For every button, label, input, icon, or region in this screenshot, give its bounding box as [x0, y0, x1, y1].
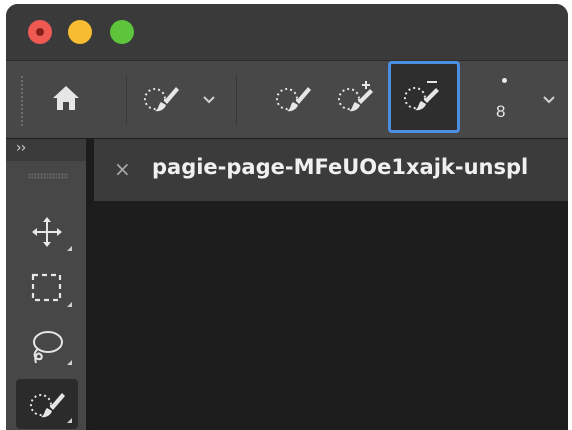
move-tool-icon — [32, 217, 62, 247]
brush-picker-chevron-icon[interactable] — [542, 95, 556, 105]
close-window-button[interactable] — [28, 20, 52, 44]
document-canvas[interactable] — [94, 201, 568, 430]
options-bar-grip[interactable] — [20, 75, 24, 127]
move-tool[interactable] — [16, 207, 78, 257]
quick-selection-tool[interactable] — [16, 379, 78, 429]
home-icon[interactable] — [50, 83, 82, 113]
chevron-down-icon[interactable] — [202, 95, 216, 105]
lasso-icon — [33, 331, 63, 364]
lasso-tool[interactable] — [16, 321, 78, 371]
panel-collapse-bar[interactable]: ›› — [6, 139, 86, 161]
minimize-window-button[interactable] — [68, 20, 92, 44]
subtract-from-selection-button[interactable] — [388, 61, 460, 133]
rectangular-marquee-tool[interactable] — [16, 263, 78, 313]
options-separator — [126, 75, 127, 125]
tool-group-indicator — [67, 360, 72, 365]
subtract-from-selection-brush-icon — [404, 81, 439, 111]
brush-size-value[interactable]: 8 — [496, 102, 505, 122]
options-bar: 8 — [6, 60, 568, 138]
panel-grip[interactable] — [28, 173, 68, 179]
quick-selection-icon — [30, 393, 65, 418]
title-bar — [6, 4, 568, 60]
add-to-selection-brush-icon[interactable] — [336, 81, 380, 117]
expand-panel-icon[interactable]: ›› — [16, 140, 26, 156]
quick-selection-brush-icon[interactable] — [142, 81, 182, 117]
tool-group-indicator — [67, 418, 72, 423]
tool-group-indicator — [67, 246, 72, 251]
new-selection-brush-icon[interactable] — [274, 81, 314, 117]
rectangular-marquee-icon — [31, 273, 62, 302]
close-tab-button[interactable]: × — [114, 157, 131, 181]
document-tab-title[interactable]: pagie-page-MFeUOe1xajk-unspl — [152, 155, 528, 179]
tools-panel: ›› — [6, 139, 86, 430]
photoshop-window: 8 ›› × pagie-page-MFeUOe1xajk-unspl — [6, 4, 568, 430]
zoom-window-button[interactable] — [110, 20, 134, 44]
brush-preview-dot[interactable] — [502, 78, 507, 83]
tool-group-indicator — [67, 302, 72, 307]
document-tab-bar: × pagie-page-MFeUOe1xajk-unspl — [94, 139, 568, 201]
options-separator — [236, 75, 237, 125]
